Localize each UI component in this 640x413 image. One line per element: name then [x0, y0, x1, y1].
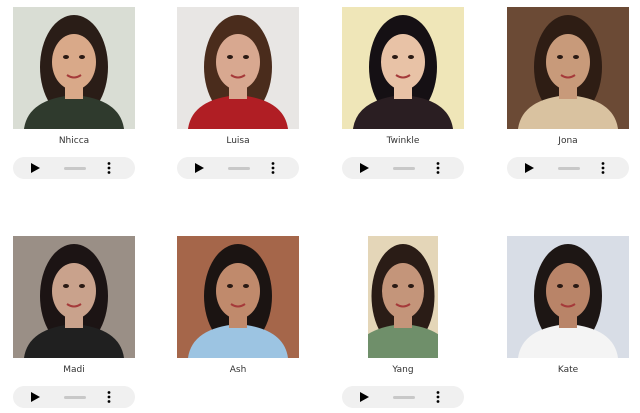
- person-name: Nhicca: [58, 136, 90, 146]
- more-options-button[interactable]: [598, 157, 608, 179]
- person-card: Nhicca: [13, 7, 135, 179]
- progress-track[interactable]: [64, 166, 86, 170]
- person-photo[interactable]: [177, 236, 299, 358]
- more-options-button[interactable]: [104, 386, 114, 408]
- portrait-image: [177, 236, 299, 358]
- more-options-button[interactable]: [433, 157, 443, 179]
- person-name: Madi: [63, 365, 85, 375]
- person-photo[interactable]: [368, 236, 438, 358]
- play-icon: [31, 163, 40, 173]
- more-vertical-icon: [601, 162, 605, 174]
- person-card: Kate: [507, 236, 629, 375]
- play-button[interactable]: [353, 157, 375, 179]
- progress-track[interactable]: [64, 395, 86, 399]
- progress-track[interactable]: [228, 166, 250, 170]
- person-name: Luisa: [226, 136, 250, 146]
- play-icon: [525, 163, 534, 173]
- person-card: Ash: [177, 236, 299, 375]
- play-button[interactable]: [24, 157, 46, 179]
- play-button[interactable]: [188, 157, 210, 179]
- person-card: Madi: [13, 236, 135, 408]
- more-vertical-icon: [107, 162, 111, 174]
- more-vertical-icon: [436, 391, 440, 403]
- person-card: Luisa: [177, 7, 299, 179]
- play-button[interactable]: [353, 386, 375, 408]
- more-vertical-icon: [107, 391, 111, 403]
- person-name: Jona: [558, 136, 578, 146]
- person-name: Twinkle: [386, 136, 420, 146]
- audio-player: [13, 157, 135, 179]
- portrait-image: [13, 7, 135, 129]
- person-photo[interactable]: [13, 236, 135, 358]
- play-icon: [360, 392, 369, 402]
- person-card: Yang: [342, 236, 464, 408]
- portrait-image: [177, 7, 299, 129]
- progress-track[interactable]: [558, 166, 580, 170]
- person-card: Jona: [507, 7, 629, 179]
- play-icon: [360, 163, 369, 173]
- portrait-image: [507, 236, 629, 358]
- audio-player: [507, 157, 629, 179]
- more-options-button[interactable]: [268, 157, 278, 179]
- audio-player: [177, 157, 299, 179]
- play-icon: [195, 163, 204, 173]
- person-name: Yang: [392, 365, 414, 375]
- play-icon: [31, 392, 40, 402]
- more-vertical-icon: [436, 162, 440, 174]
- person-photo[interactable]: [13, 7, 135, 129]
- audio-player: [13, 386, 135, 408]
- progress-track[interactable]: [393, 166, 415, 170]
- more-options-button[interactable]: [104, 157, 114, 179]
- play-button[interactable]: [518, 157, 540, 179]
- portrait-image: [368, 236, 438, 358]
- person-photo[interactable]: [177, 7, 299, 129]
- progress-track[interactable]: [393, 395, 415, 399]
- portrait-image: [507, 7, 629, 129]
- more-options-button[interactable]: [433, 386, 443, 408]
- audio-player: [342, 157, 464, 179]
- person-card: Twinkle: [342, 7, 464, 179]
- person-name: Kate: [557, 365, 579, 375]
- person-name: Ash: [229, 365, 247, 375]
- person-photo[interactable]: [507, 7, 629, 129]
- person-photo[interactable]: [507, 236, 629, 358]
- person-photo[interactable]: [342, 7, 464, 129]
- portrait-image: [342, 7, 464, 129]
- more-vertical-icon: [271, 162, 275, 174]
- audio-player: [342, 386, 464, 408]
- portrait-image: [13, 236, 135, 358]
- play-button[interactable]: [24, 386, 46, 408]
